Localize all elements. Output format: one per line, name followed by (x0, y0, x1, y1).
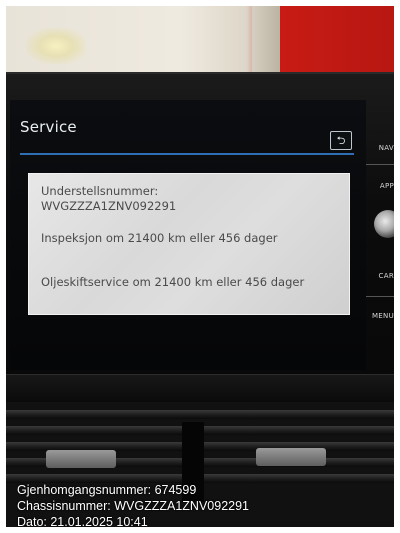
oil-service-text: Oljeskiftservice om 21400 km eller 456 d… (41, 275, 305, 289)
inspection-text: Inspeksjon om 21400 km eller 456 dager (41, 231, 278, 245)
menu-button[interactable]: MENU (364, 312, 394, 320)
background-room (6, 6, 394, 76)
nav-button[interactable]: NAV (364, 144, 394, 152)
app-button[interactable]: APP (364, 182, 394, 190)
vin-value: WVGZZZA1ZNV092291 (41, 199, 177, 213)
overlay-reference-number: Gjenhomgangsnummer: 674599 (17, 483, 197, 497)
title-divider (20, 153, 354, 155)
lower-bezel (6, 374, 394, 403)
car-button[interactable]: CAR (364, 272, 394, 280)
vent-tab-left[interactable] (46, 450, 116, 468)
page-title: Service (20, 118, 77, 136)
side-divider (366, 296, 394, 297)
vent-tab-right[interactable] (256, 448, 326, 466)
vin-label: Understellsnummer: (41, 184, 159, 198)
ceiling-light (26, 28, 86, 64)
overlay-chassis-number: Chassisnummer: WVGZZZA1ZNV092291 (17, 499, 250, 513)
service-info-panel: Understellsnummer: WVGZZZA1ZNV092291 Ins… (28, 173, 350, 315)
volume-knob[interactable] (374, 210, 394, 238)
back-button[interactable]: ⮌ (330, 131, 352, 150)
overlay-date: Dato: 21.01.2025 10:41 (17, 515, 148, 527)
door-frame (252, 6, 280, 76)
infotainment-unit: Service ⮌ Understellsnummer: WVGZZZA1ZNV… (6, 72, 394, 404)
photo-frame: Service ⮌ Understellsnummer: WVGZZZA1ZNV… (6, 6, 394, 527)
side-divider (366, 164, 394, 165)
back-arrow-icon: ⮌ (336, 134, 346, 147)
vent-slat (6, 410, 394, 419)
infotainment-screen: Service ⮌ Understellsnummer: WVGZZZA1ZNV… (10, 100, 366, 370)
